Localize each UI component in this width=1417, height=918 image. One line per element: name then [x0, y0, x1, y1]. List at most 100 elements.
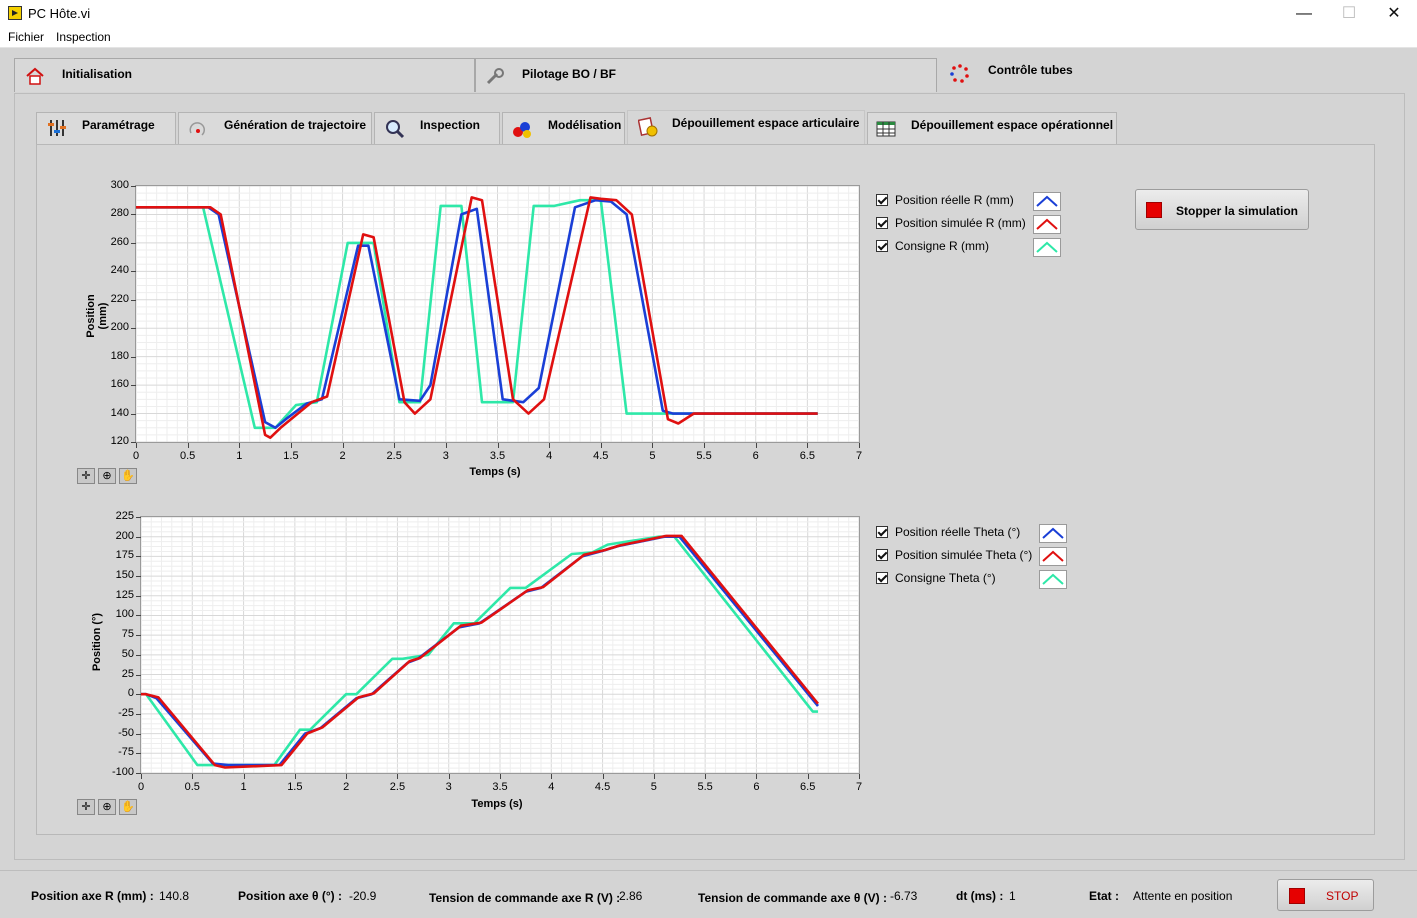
graph-theta-xtick: 4.5	[594, 781, 611, 793]
graph-r-ytick-mark	[131, 328, 136, 330]
graph-theta-ytick-mark	[136, 595, 141, 597]
tab-generation-trajectoire[interactable]: Génération de trajectoire	[178, 112, 372, 145]
legend-r-simulee-checkbox[interactable]	[876, 217, 888, 229]
graph-r-xtick: 3.5	[489, 450, 506, 462]
graph-theta-ytick-mark	[136, 615, 141, 617]
graph-r-ytick-mark	[131, 271, 136, 273]
legend-r-simulee[interactable]: Position simulée R (mm)	[876, 215, 1066, 235]
graph-r-xtick: 0	[132, 450, 140, 462]
cursor-tool-icon[interactable]: ✛	[77, 468, 95, 484]
legend-t-simulee-swatch[interactable]	[1039, 547, 1067, 566]
graph-theta-xtick-mark	[397, 774, 399, 779]
graph-theta-xtick: 7	[855, 781, 863, 793]
graph-r-xtick: 5	[649, 450, 656, 462]
tab-inspection[interactable]: Inspection	[374, 112, 500, 145]
zoom-tool-icon[interactable]: ⊕	[98, 468, 116, 484]
stop-simulation-button[interactable]: Stopper la simulation	[1135, 189, 1309, 230]
legend-r-simulee-swatch[interactable]	[1033, 215, 1061, 234]
legend-r-simulee-label: Position simulée R (mm)	[895, 216, 1026, 230]
graph-r-xtick-mark	[187, 443, 189, 448]
graph-theta-xtick-mark	[192, 774, 194, 779]
graph-theta-xtick-mark	[448, 774, 450, 779]
graph-theta-ytick: 100	[115, 608, 134, 621]
legend-t-consigne[interactable]: Consigne Theta (°)	[876, 570, 1071, 590]
graph-r-ytick: 220	[110, 292, 129, 305]
graph-theta-ytick: -50	[118, 726, 134, 739]
graph-r-ytick: 300	[110, 179, 129, 191]
graph-r-xtick-mark	[600, 443, 602, 448]
legend-t-consigne-checkbox[interactable]	[876, 572, 888, 584]
legend-t-reelle-checkbox[interactable]	[876, 526, 888, 538]
graph-theta-plot-area[interactable]	[140, 516, 860, 774]
menu-inspection[interactable]: Inspection	[56, 30, 111, 44]
legend-t-simulee[interactable]: Position simulée Theta (°)	[876, 547, 1071, 567]
legend-t-consigne-swatch[interactable]	[1039, 570, 1067, 589]
tab-depouillement-articulaire[interactable]: Dépouillement espace articulaire	[627, 110, 865, 146]
tab-controle-tubes[interactable]: Contrôle tubes	[937, 56, 1403, 94]
minimize-button[interactable]: —	[1281, 0, 1327, 28]
pan-tool-icon-2[interactable]: ✋	[119, 799, 137, 815]
stop-button-icon	[1289, 888, 1305, 904]
graph-theta-xtick: 3	[445, 781, 452, 793]
graph-r-plot-area[interactable]	[135, 185, 860, 443]
tab-parametrage[interactable]: Paramétrage	[36, 112, 176, 145]
menu-fichier[interactable]: Fichier	[8, 30, 44, 44]
graph-theta-ytick: 0	[127, 687, 134, 700]
tab-modelisation[interactable]: Modélisation	[502, 112, 625, 145]
graph-r-xtick-mark	[290, 443, 292, 448]
tab-initialisation[interactable]: Initialisation	[14, 58, 475, 92]
tab-controle-tubes-label: Contrôle tubes	[988, 63, 1073, 77]
graph-r-ytick: 120	[110, 435, 129, 447]
stop-button[interactable]: STOP	[1277, 879, 1374, 911]
graph-r-xtick-mark	[394, 443, 396, 448]
graph-r-ytick: 260	[110, 235, 129, 248]
graph-theta-xtick: 3.5	[492, 781, 508, 793]
legend-r-consigne[interactable]: Consigne R (mm)	[876, 238, 1066, 258]
pos-r-label: Position axe R (mm) :	[31, 889, 154, 903]
legend-t-reelle[interactable]: Position réelle Theta (°)	[876, 524, 1071, 544]
graph-theta-ytick-mark	[136, 654, 141, 656]
graph-theta-xtick: 1.5	[287, 781, 303, 793]
zoom-tool-icon-2[interactable]: ⊕	[98, 799, 116, 815]
shapes-icon	[513, 122, 531, 138]
volt-theta-value: -6.73	[890, 889, 918, 903]
graph-r-ytick-mark	[131, 214, 136, 216]
tab-depouillement-articulaire-label: Dépouillement espace articulaire	[672, 116, 860, 130]
graph-r-xtick: 6.5	[799, 450, 815, 462]
graph-theta-ytick-mark	[136, 753, 141, 755]
maximize-button[interactable]: ☐	[1326, 0, 1372, 28]
wrench-icon	[486, 68, 504, 85]
cursor-tool-icon-2[interactable]: ✛	[77, 799, 95, 815]
graph-theta-ytick: -25	[118, 706, 134, 719]
graph-theta-xtick: 4	[548, 781, 555, 793]
legend-t-reelle-swatch[interactable]	[1039, 524, 1067, 543]
ring-icon	[950, 64, 969, 83]
legend-r-reelle-swatch[interactable]	[1033, 192, 1061, 211]
pos-theta-value: -20.9	[349, 889, 377, 903]
graph-r-xtick-mark	[859, 443, 860, 448]
pan-tool-icon[interactable]: ✋	[119, 468, 137, 484]
graph-theta-ytick: 175	[115, 549, 134, 562]
graph-r-xtick-mark	[136, 443, 137, 448]
tab-depouillement-operationnel[interactable]: Dépouillement espace opérationnel	[867, 112, 1117, 145]
graph-r-xtick: 7	[855, 450, 863, 462]
tab-pilotage[interactable]: Pilotage BO / BF	[475, 58, 937, 92]
graph-theta-xtick: 6	[753, 781, 760, 793]
graph-r-xtick-mark	[445, 443, 447, 448]
legend-r-consigne-swatch[interactable]	[1033, 238, 1061, 257]
graph-r-canvas	[136, 186, 859, 442]
graph-theta-xtick: 5	[650, 781, 657, 793]
tab-modelisation-label: Modélisation	[548, 118, 622, 132]
legend-r-reelle-checkbox[interactable]	[876, 194, 888, 206]
graph-r-ytick: 160	[110, 378, 129, 391]
close-button[interactable]: ✕	[1371, 0, 1417, 28]
graph-theta-ytick-mark	[136, 556, 141, 558]
legend-t-simulee-checkbox[interactable]	[876, 549, 888, 561]
graph-r-xtick: 4.5	[593, 450, 609, 462]
chart-doc-icon	[638, 117, 658, 137]
graph-theta-ytick-mark	[136, 576, 141, 578]
legend-r-consigne-checkbox[interactable]	[876, 240, 888, 252]
legend-r-reelle[interactable]: Position réelle R (mm)	[876, 192, 1066, 212]
menu-bar: Fichier Inspection	[0, 28, 1417, 48]
graph-r-xtick: 2.5	[386, 450, 402, 462]
